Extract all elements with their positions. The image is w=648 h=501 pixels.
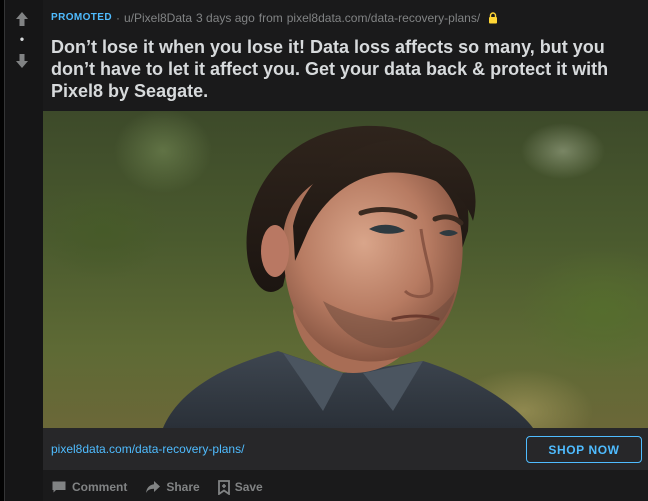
downvote-button[interactable] [13, 52, 31, 70]
downvote-icon [16, 54, 28, 68]
lock-icon [488, 12, 498, 24]
post-title[interactable]: Don’t lose it when you lose it! Data los… [51, 36, 639, 102]
save-button[interactable]: Save [214, 478, 267, 497]
share-button[interactable]: Share [141, 478, 203, 496]
comment-label: Comment [72, 480, 128, 494]
post-time: 3 days ago [196, 11, 255, 25]
share-icon [146, 481, 161, 493]
ad-link-url[interactable]: pixel8data.com/data-recovery-plans/ [51, 442, 244, 456]
comment-icon [52, 481, 66, 493]
upvote-icon [16, 12, 28, 26]
promoted-post: • PROMOTED · u/Pixel8Data 3 days ago fro… [4, 0, 648, 501]
post-actions: Comment Share Save [47, 476, 267, 498]
domain-link[interactable]: pixel8data.com/data-recovery-plans/ [287, 10, 480, 26]
vote-column: • [5, 0, 43, 501]
shop-now-button[interactable]: SHOP NOW [526, 436, 642, 463]
save-icon [217, 479, 230, 495]
post-image[interactable] [43, 111, 648, 428]
post-meta: PROMOTED · u/Pixel8Data 3 days ago from … [51, 10, 498, 26]
share-label: Share [166, 480, 200, 494]
author-link[interactable]: u/Pixel8Data [124, 10, 192, 26]
comment-button[interactable]: Comment [47, 478, 131, 496]
vote-score: • [19, 32, 25, 46]
upvote-button[interactable] [13, 10, 31, 28]
promoted-label: PROMOTED [51, 12, 112, 23]
meta-separator: · [115, 11, 120, 25]
from-label: from [258, 11, 283, 25]
portrait-illustration [163, 125, 533, 428]
save-label: Save [234, 480, 263, 494]
link-bar: pixel8data.com/data-recovery-plans/ SHOP… [43, 428, 648, 470]
